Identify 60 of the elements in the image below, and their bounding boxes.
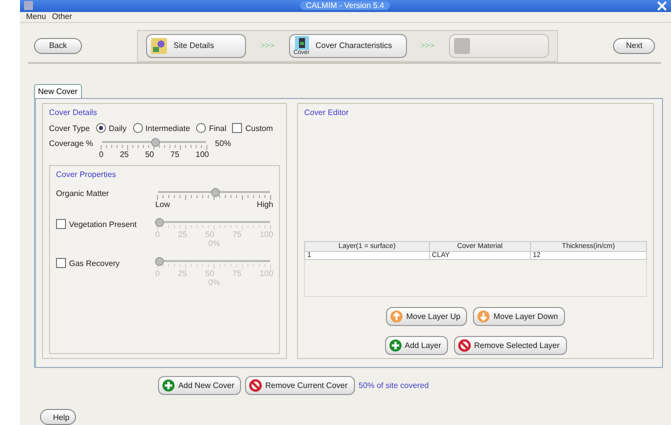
slider-value: 50%	[215, 139, 232, 148]
slider-tick-label: 50	[205, 230, 214, 239]
slider-tick-label: 100	[196, 150, 209, 159]
help-button[interactable]: Help	[40, 409, 76, 425]
up-arrow-icon	[390, 310, 404, 323]
checkbox-option[interactable]: Custom	[232, 123, 273, 133]
slider-tick-label: 0	[99, 150, 104, 159]
prohibited-icon	[249, 379, 262, 392]
field-label: Coverage %	[49, 139, 94, 148]
window-title: CALMIM - Version 5.4	[300, 1, 390, 10]
slider[interactable]: 0 25 50 75 100	[99, 139, 210, 159]
layer-button[interactable]: Move Layer Up	[386, 307, 468, 326]
coverage-status: 50% of site covered	[358, 381, 429, 390]
slider-tick-label: 50	[145, 150, 154, 159]
field-label: Cover Type	[49, 124, 90, 132]
prohibited-icon	[458, 339, 472, 352]
next-button[interactable]: Next	[613, 38, 655, 54]
slider-tick-label: 50	[205, 269, 214, 278]
slider-value: 0%	[208, 239, 220, 248]
group-title: Cover Properties	[56, 170, 118, 179]
slider-tick-label: 25	[178, 269, 187, 278]
plus-icon	[388, 339, 402, 352]
group-title: Cover Details	[49, 108, 98, 117]
menu-item[interactable]: Other	[52, 12, 72, 22]
plus-icon	[162, 379, 176, 392]
site-map-icon	[151, 38, 168, 54]
back-button[interactable]: Back	[34, 38, 82, 54]
slider-tick-label: 0	[155, 269, 160, 278]
close-icon[interactable]	[657, 0, 667, 11]
slider[interactable]: Low High	[155, 189, 274, 209]
slider-tick-label: 0	[155, 230, 160, 239]
step-separator: >>>	[420, 41, 435, 50]
slider-tick-label: 25	[120, 150, 129, 159]
layers-icon	[294, 36, 308, 50]
menu-item[interactable]: Menu	[26, 12, 46, 22]
radio-option[interactable]: Daily	[96, 123, 127, 133]
field-label: Organic Matter	[56, 189, 109, 198]
wizard-step[interactable]: Site Details	[146, 34, 246, 58]
slider-tick-label: Low	[155, 200, 170, 209]
cover-button[interactable]: Remove Current Cover	[245, 376, 354, 395]
slider-tick-label: 75	[232, 269, 242, 278]
slider-tick-label: 75	[170, 150, 180, 159]
step-icon	[454, 38, 470, 54]
layer-button[interactable]: Remove Selected Layer	[454, 336, 567, 355]
app-icon	[24, 1, 33, 10]
slider-value: 0%	[208, 278, 220, 287]
cover-button[interactable]: Add New Cover	[158, 376, 242, 395]
step-separator: >>>	[260, 41, 274, 50]
layer-button[interactable]: Move Layer Down	[473, 307, 565, 326]
group-title: Cover Editor	[304, 108, 350, 117]
down-arrow-icon	[477, 310, 490, 323]
slider-tick-label: High	[256, 200, 274, 209]
slider-tick-label: 25	[178, 230, 187, 239]
radio-option[interactable]: Final	[196, 123, 226, 133]
radio-option[interactable]: Intermediate	[132, 123, 190, 133]
slider-tick-label: 75	[232, 230, 242, 239]
slider-tick-label: 100	[260, 269, 274, 278]
tab[interactable]: New Cover	[34, 84, 82, 98]
layer-button[interactable]: Add Layer	[384, 336, 448, 355]
slider-tick-label: 100	[260, 230, 274, 239]
